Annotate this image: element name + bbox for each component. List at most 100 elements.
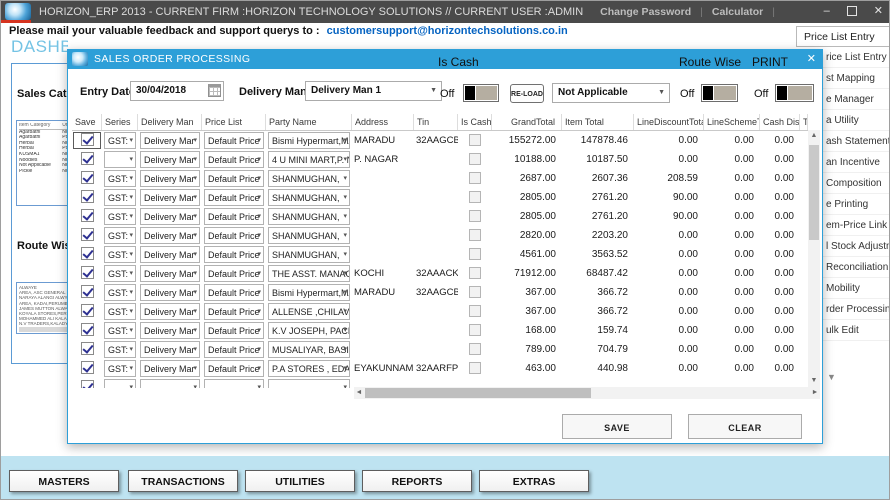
entry-date-input[interactable]: 30/04/2018 bbox=[130, 81, 224, 101]
series-select[interactable] bbox=[104, 151, 136, 168]
save-checkbox[interactable] bbox=[80, 342, 94, 355]
party-name-select[interactable]: SHANMUGHAN, bbox=[268, 246, 350, 263]
delivery-man-select[interactable]: Delivery Mar bbox=[140, 208, 200, 225]
delivery-man-select[interactable]: Delivery Mar bbox=[140, 322, 200, 339]
price-list-select[interactable]: Default Price bbox=[204, 284, 264, 301]
minimize-icon[interactable]: – bbox=[824, 5, 830, 17]
chevron-down-icon[interactable]: ▼ bbox=[827, 372, 836, 382]
save-checkbox[interactable] bbox=[80, 133, 94, 146]
save-checkbox[interactable] bbox=[80, 190, 94, 203]
sidebar-item[interactable]: an Incentive bbox=[823, 152, 889, 173]
series-select[interactable]: GST: bbox=[104, 265, 136, 282]
delivery-man-select[interactable]: Delivery Mar bbox=[140, 170, 200, 187]
party-name-select[interactable]: SHANMUGHAN, bbox=[268, 189, 350, 206]
calendar-icon[interactable] bbox=[208, 84, 221, 97]
party-name-select[interactable]: P.A STORES , EDAYAKU bbox=[268, 360, 350, 377]
sidebar-item[interactable]: st Mapping bbox=[823, 68, 889, 89]
save-checkbox[interactable] bbox=[80, 171, 94, 184]
price-list-select[interactable]: Default Price bbox=[204, 132, 264, 149]
nav-transactions[interactable]: TRANSACTIONS bbox=[128, 470, 238, 492]
save-checkbox[interactable] bbox=[80, 304, 94, 317]
price-list-select[interactable] bbox=[204, 379, 264, 388]
sidebar-item[interactable]: rder Processing bbox=[823, 299, 889, 320]
delivery-man-select[interactable]: Delivery Mar bbox=[140, 303, 200, 320]
price-list-select[interactable]: Default Price bbox=[204, 151, 264, 168]
sidebar-item[interactable]: l Stock Adjustme bbox=[823, 236, 889, 257]
menu-change-password[interactable]: Change Password bbox=[600, 6, 691, 18]
nav-reports[interactable]: REPORTS bbox=[362, 470, 472, 492]
menu-calculator[interactable]: Calculator bbox=[712, 6, 763, 18]
price-list-select[interactable]: Default Price bbox=[204, 360, 264, 377]
route-wise-toggle[interactable] bbox=[701, 84, 738, 102]
party-name-select[interactable]: THE ASST. MANAGER S bbox=[268, 265, 350, 282]
sidebar-item[interactable]: rice List Entry bbox=[823, 47, 889, 68]
scroll-up-icon[interactable]: ▲ bbox=[808, 130, 820, 142]
party-name-select[interactable]: SHANMUGHAN, bbox=[268, 170, 350, 187]
scroll-left-icon[interactable]: ◄ bbox=[354, 387, 364, 399]
save-checkbox[interactable] bbox=[80, 361, 94, 374]
reload-button[interactable]: RE-LOAD bbox=[510, 84, 544, 103]
is-cash-checkbox[interactable] bbox=[469, 305, 481, 317]
close-icon[interactable]: ✕ bbox=[874, 4, 883, 17]
vertical-scrollbar[interactable]: ▲ ▼ bbox=[808, 130, 820, 387]
is-cash-checkbox[interactable] bbox=[469, 286, 481, 298]
price-list-select[interactable]: Default Price bbox=[204, 227, 264, 244]
is-cash-checkbox[interactable] bbox=[469, 172, 481, 184]
party-name-select[interactable]: SHANMUGHAN, bbox=[268, 208, 350, 225]
delivery-man-select[interactable]: Delivery Mar bbox=[140, 265, 200, 282]
party-name-select[interactable]: K.V JOSEPH, PACHALA bbox=[268, 322, 350, 339]
print-toggle[interactable] bbox=[775, 84, 814, 102]
party-name-select[interactable]: Bismi Hypermart,MARA bbox=[268, 284, 350, 301]
series-select[interactable]: GST: bbox=[104, 227, 136, 244]
party-name-select[interactable]: Bismi Hypermart,MARA bbox=[268, 132, 350, 149]
series-select[interactable]: GST: bbox=[104, 284, 136, 301]
is-cash-checkbox[interactable] bbox=[469, 191, 481, 203]
series-select[interactable] bbox=[104, 379, 136, 388]
price-list-select[interactable]: Default Price bbox=[204, 341, 264, 358]
save-checkbox[interactable] bbox=[80, 247, 94, 260]
scrollbar-thumb[interactable] bbox=[365, 388, 591, 398]
horizontal-scrollbar[interactable]: ◄ ► bbox=[354, 387, 820, 399]
clear-button[interactable]: CLEAR bbox=[688, 414, 802, 439]
is-cash-checkbox[interactable] bbox=[469, 267, 481, 279]
save-checkbox[interactable] bbox=[80, 266, 94, 279]
is-cash-checkbox[interactable] bbox=[469, 229, 481, 241]
series-select[interactable]: GST: bbox=[104, 360, 136, 377]
delivery-man-select[interactable]: Delivery Mar bbox=[140, 246, 200, 263]
party-name-select[interactable] bbox=[268, 379, 350, 388]
sidebar-item[interactable]: Composition bbox=[823, 173, 889, 194]
is-cash-checkbox[interactable] bbox=[469, 134, 481, 146]
is-cash-checkbox[interactable] bbox=[469, 153, 481, 165]
party-name-select[interactable]: MUSALIYAR, BASIN RO bbox=[268, 341, 350, 358]
price-list-select[interactable]: Default Price bbox=[204, 170, 264, 187]
party-name-select[interactable]: SHANMUGHAN, bbox=[268, 227, 350, 244]
series-select[interactable]: GST: bbox=[104, 132, 136, 149]
series-select[interactable]: GST: bbox=[104, 208, 136, 225]
sidebar-item[interactable]: e Printing bbox=[823, 194, 889, 215]
save-checkbox[interactable] bbox=[80, 152, 94, 165]
series-select[interactable]: GST: bbox=[104, 341, 136, 358]
support-email-link[interactable]: customersupport@horizontechsolutions.co.… bbox=[327, 25, 568, 37]
series-select[interactable]: GST: bbox=[104, 189, 136, 206]
delivery-man-select[interactable] bbox=[140, 379, 200, 388]
save-checkbox[interactable] bbox=[80, 380, 94, 388]
price-list-select[interactable]: Default Price bbox=[204, 208, 264, 225]
sidebar-item[interactable]: Mobility bbox=[823, 278, 889, 299]
price-list-select[interactable]: Default Price bbox=[204, 246, 264, 263]
scrollbar-thumb[interactable] bbox=[809, 145, 819, 240]
maximize-icon[interactable] bbox=[846, 5, 857, 16]
is-cash-checkbox[interactable] bbox=[469, 362, 481, 374]
route-filter-select[interactable]: Not Applicable ▼ bbox=[552, 83, 670, 103]
series-select[interactable]: GST: bbox=[104, 170, 136, 187]
save-checkbox[interactable] bbox=[80, 228, 94, 241]
series-select[interactable]: GST: bbox=[104, 246, 136, 263]
save-checkbox[interactable] bbox=[80, 323, 94, 336]
delivery-man-select[interactable]: Delivery Mar bbox=[140, 132, 200, 149]
is-cash-checkbox[interactable] bbox=[469, 324, 481, 336]
price-list-select[interactable]: Default Price bbox=[204, 265, 264, 282]
save-checkbox[interactable] bbox=[80, 209, 94, 222]
nav-extras[interactable]: EXTRAS bbox=[479, 470, 589, 492]
party-name-select[interactable]: ALLENSE ,CHILAVANN( bbox=[268, 303, 350, 320]
sidebar-item[interactable]: ash Statement bbox=[823, 131, 889, 152]
nav-utilities[interactable]: UTILITIES bbox=[245, 470, 355, 492]
